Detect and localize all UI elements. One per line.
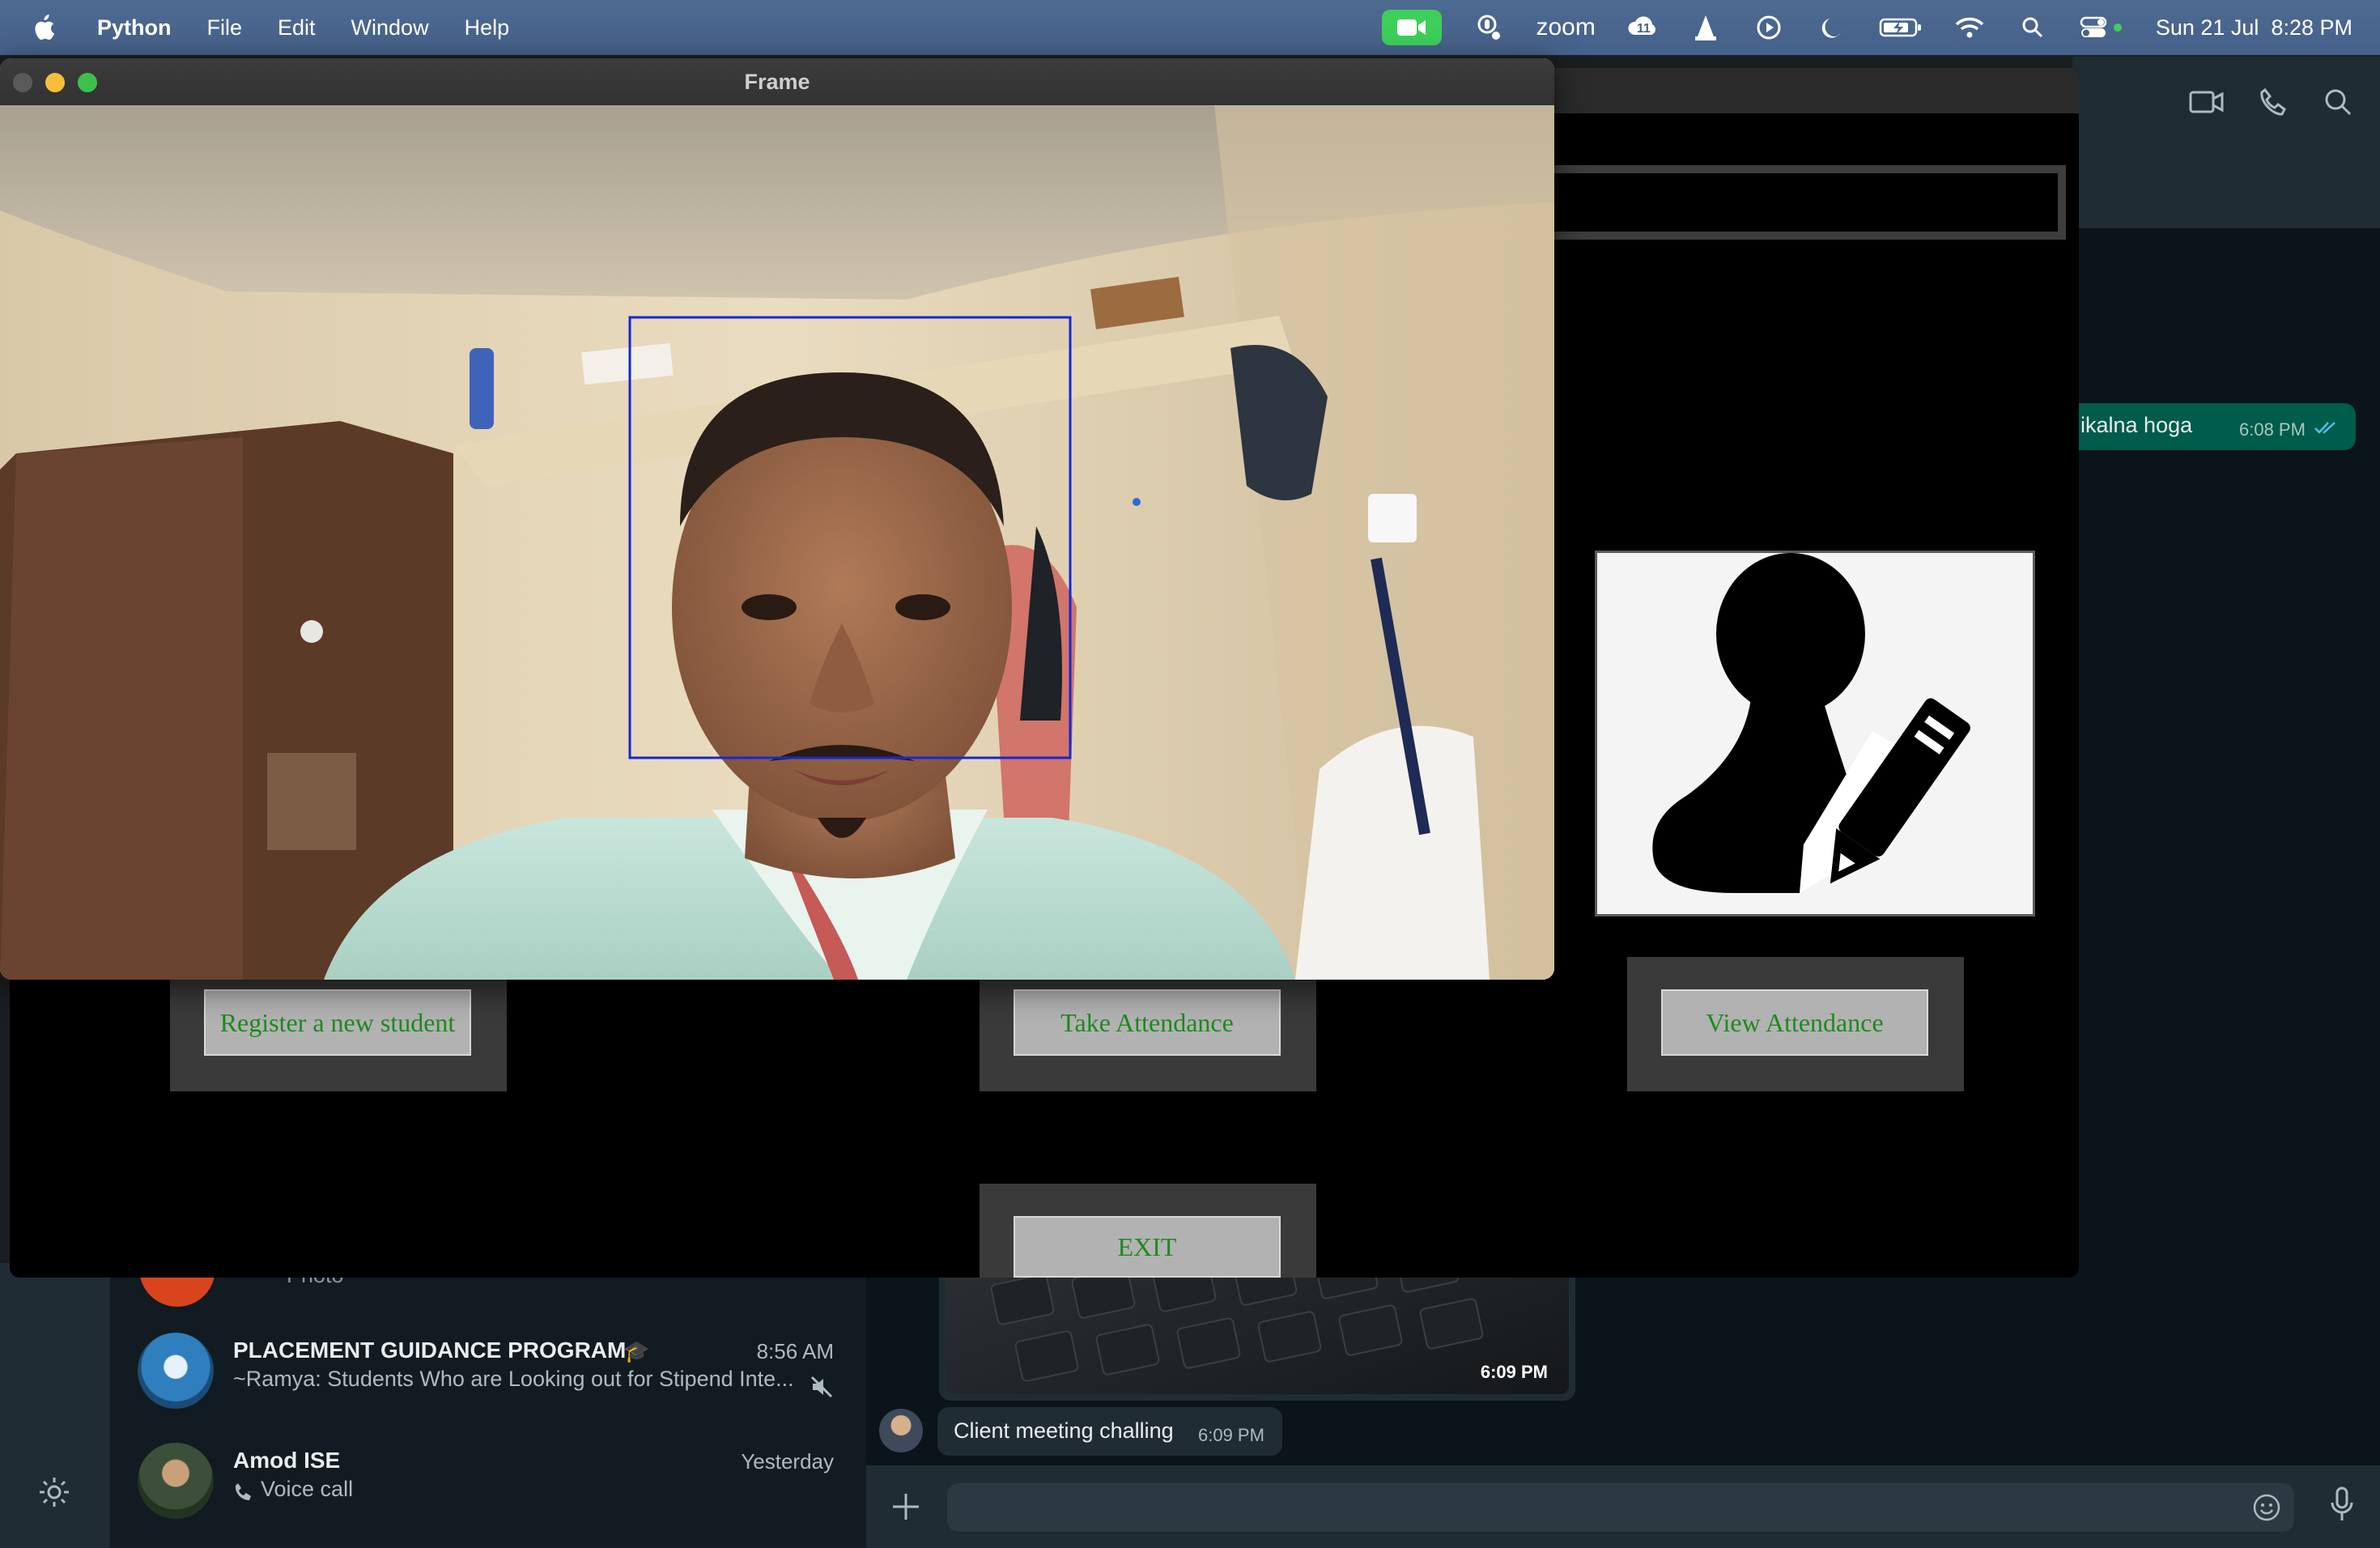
camera-in-use-icon[interactable] <box>1382 10 1443 45</box>
camera-window-title: Frame <box>744 70 810 94</box>
chat-time: 8:56 AM <box>756 1339 834 1363</box>
message-composer <box>866 1465 2380 1548</box>
outgoing-message-text: ikalna hoga <box>2080 413 2193 437</box>
menu-window[interactable]: Window <box>351 15 429 40</box>
chat-list-item[interactable]: Amod ISE Yesterday Voice call <box>138 1443 834 1540</box>
menu-app-name[interactable]: Python <box>97 15 172 40</box>
whatsapp-side-rail <box>0 1263 110 1548</box>
video-call-icon[interactable] <box>2189 89 2225 115</box>
menu-file[interactable]: File <box>207 15 243 40</box>
whatsapp-chat-header <box>2072 57 2380 228</box>
incoming-message-bubble[interactable]: Client meeting challing 6:09 PM <box>937 1407 1282 1456</box>
muted-speaker-icon <box>810 1376 833 1398</box>
attendance-window-titlebar[interactable] <box>1548 68 2079 113</box>
vlc-cone-icon[interactable] <box>1689 13 1722 42</box>
wifi-icon[interactable] <box>1953 13 1986 42</box>
chat-preview: ~Ramya: Students Who are Looking out for… <box>233 1367 794 1391</box>
outgoing-message-time: 6:08 PM <box>2239 419 2306 440</box>
chat-title: Amod ISE <box>233 1448 341 1473</box>
register-student-button[interactable]: Register a new student <box>204 989 471 1056</box>
camera-frame-window: Frame <box>0 58 1554 980</box>
camera-window-titlebar[interactable]: Frame <box>0 58 1554 106</box>
chat-avatar <box>138 1333 214 1409</box>
clock-datetime[interactable]: Sun 21 Jul 8:28 PM <box>2156 15 2352 40</box>
exit-button[interactable]: EXIT <box>1014 1216 1281 1278</box>
incoming-message-text: Client meeting challing <box>954 1418 1174 1443</box>
keyboard-keys-image <box>990 1263 1484 1382</box>
keyboard-photo <box>946 1263 1569 1394</box>
chat-time: Yesterday <box>741 1449 834 1474</box>
exit-button-frame: EXIT <box>980 1184 1316 1278</box>
photo-message-time: 6:09 PM <box>1480 1362 1548 1382</box>
chat-list-item[interactable]: PLACEMENT GUIDANCE PROGRAM 🎓 8:56 AM ~Ra… <box>138 1333 834 1430</box>
attendance-header-panel <box>1548 165 2066 240</box>
control-center-icon[interactable] <box>2080 13 2125 42</box>
notification-cloud-icon[interactable]: 11 <box>1626 13 1659 42</box>
notification-count: 11 <box>1636 22 1651 36</box>
chat-avatar <box>138 1443 214 1519</box>
menu-help[interactable]: Help <box>465 15 510 40</box>
voice-call-icon[interactable] <box>2259 87 2286 117</box>
attendance-header-frame <box>1548 113 2079 287</box>
incoming-message-time: 6:09 PM <box>1198 1425 1264 1445</box>
play-circle-icon[interactable] <box>1753 13 1785 42</box>
chat-preview: Voice call <box>261 1477 354 1501</box>
view-attendance-button-frame: View Attendance <box>1627 957 1964 1091</box>
microphone-icon[interactable] <box>2330 1486 2354 1524</box>
apple-logo-icon[interactable] <box>32 15 55 40</box>
emoji-icon[interactable] <box>2252 1493 2281 1522</box>
spotlight-search-icon[interactable] <box>2017 13 2049 42</box>
graduation-cap-emoji-icon: 🎓 <box>623 1339 650 1363</box>
settings-gear-icon[interactable] <box>37 1475 71 1509</box>
zoom-menu-item[interactable]: zoom <box>1536 14 1595 41</box>
message-input[interactable] <box>947 1483 2294 1532</box>
status-menu-area: zoom 11 Sun 21 Jul 8:28 PM <box>1382 0 2352 55</box>
voice-call-small-icon <box>235 1483 251 1500</box>
attach-plus-icon[interactable] <box>890 1491 921 1522</box>
view-attendance-button[interactable]: View Attendance <box>1661 989 1928 1056</box>
chat-title: PLACEMENT GUIDANCE PROGRAM <box>233 1337 627 1363</box>
webcam-feed <box>0 105 1554 980</box>
outgoing-message-bubble[interactable]: ikalna hoga 6:08 PM <box>2040 403 2356 450</box>
register-student-icon <box>1595 551 2035 916</box>
menu-bar: Python File Edit Window Help zoom 11 Sun… <box>0 0 2380 55</box>
menu-edit[interactable]: Edit <box>278 15 316 40</box>
photo-message-bubble[interactable]: 6:09 PM <box>939 1263 1575 1401</box>
focus-moon-icon[interactable] <box>1816 13 1848 42</box>
battery-charging-icon[interactable] <box>1879 13 1923 42</box>
double-check-read-icon <box>2314 422 2335 434</box>
search-chat-icon[interactable] <box>2323 87 2352 117</box>
take-attendance-button[interactable]: Take Attendance <box>1014 989 1281 1056</box>
sender-avatar[interactable] <box>879 1409 923 1452</box>
microphone-privacy-icon[interactable] <box>1473 13 1505 42</box>
